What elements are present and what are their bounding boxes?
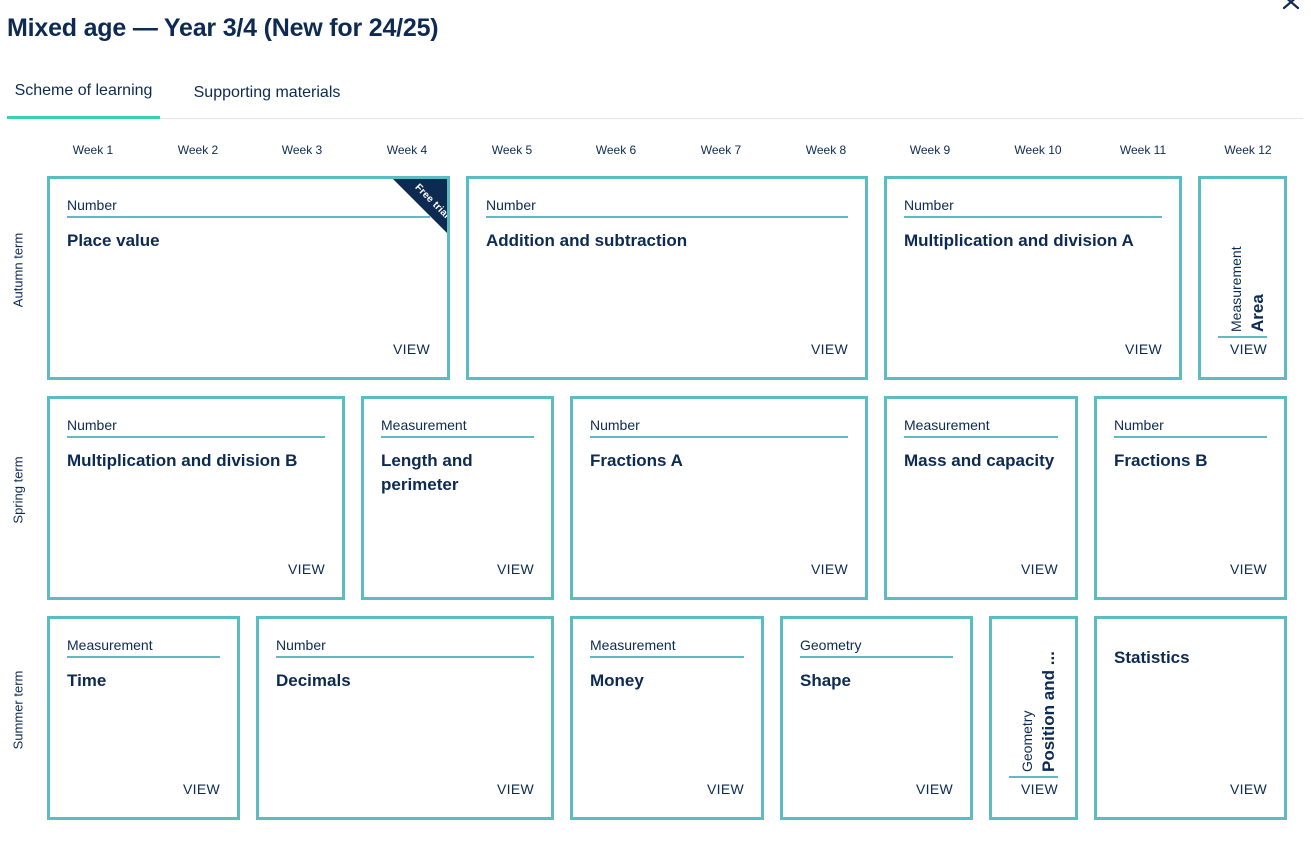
unit-card-statistics[interactable]: Statistics VIEW — [1094, 616, 1287, 820]
unit-card-mass-capacity[interactable]: Measurement Mass and capacity VIEW — [884, 396, 1078, 600]
view-link[interactable]: VIEW — [288, 561, 325, 577]
free-trial-ribbon: Free trial — [393, 179, 447, 233]
page-title: Mixed age — Year 3/4 (New for 24/25) — [7, 14, 439, 42]
unit-title: Time — [67, 671, 107, 690]
view-link[interactable]: VIEW — [811, 341, 848, 357]
view-link[interactable]: VIEW — [393, 341, 430, 357]
view-link[interactable]: VIEW — [1021, 561, 1058, 577]
unit-title: Length and perimeter — [381, 451, 473, 494]
unit-card-decimals[interactable]: Number Decimals VIEW — [256, 616, 554, 820]
close-button[interactable] — [1280, 0, 1304, 16]
unit-card-shape[interactable]: Geometry Shape VIEW — [780, 616, 973, 820]
unit-title: Addition and subtraction — [486, 231, 688, 250]
view-link[interactable]: VIEW — [1230, 561, 1267, 577]
unit-title: Decimals — [276, 671, 351, 690]
unit-strand: Geometry — [800, 637, 953, 658]
unit-title: Place value — [67, 231, 160, 250]
view-link[interactable]: VIEW — [497, 561, 534, 577]
close-icon — [1282, 0, 1300, 10]
week-header: Week 12 — [1224, 143, 1272, 157]
tab-bar: Scheme of learning Supporting materials — [7, 70, 1303, 119]
unit-title: Mass and capacity — [904, 451, 1055, 470]
unit-card-fractions-b[interactable]: Number Fractions B VIEW — [1094, 396, 1287, 600]
unit-title: Fractions B — [1114, 451, 1208, 470]
unit-strand: Number — [590, 417, 848, 438]
vertical-label: Measurement Area — [1218, 226, 1267, 338]
week-header: Week 7 — [700, 143, 742, 157]
view-link[interactable]: VIEW — [916, 781, 953, 797]
unit-title: Money — [590, 671, 644, 690]
view-link[interactable]: VIEW — [183, 781, 220, 797]
view-link[interactable]: VIEW — [1125, 341, 1162, 357]
unit-card-place-value[interactable]: Number Place value VIEW Free trial — [47, 176, 450, 380]
view-link[interactable]: VIEW — [1230, 341, 1267, 357]
unit-title: Multiplication and division A — [904, 231, 1134, 250]
unit-card-position-direction[interactable]: Geometry Position and ... VIEW — [989, 616, 1078, 820]
unit-title: Fractions A — [590, 451, 683, 470]
view-link[interactable]: VIEW — [1021, 781, 1058, 797]
view-link[interactable]: VIEW — [1230, 781, 1267, 797]
unit-title: Statistics — [1114, 648, 1190, 667]
week-header: Week 8 — [805, 143, 847, 157]
unit-strand: Number — [67, 197, 430, 218]
unit-strand: Measurement — [381, 417, 534, 438]
unit-strand: Number — [904, 197, 1162, 218]
unit-card-money[interactable]: Measurement Money VIEW — [570, 616, 764, 820]
unit-card-time[interactable]: Measurement Time VIEW — [47, 616, 240, 820]
unit-title: Shape — [800, 671, 852, 690]
week-header: Week 11 — [1119, 143, 1167, 157]
week-header: Week 2 — [177, 143, 219, 157]
unit-strand: Measurement — [590, 637, 744, 658]
week-header: Week 9 — [909, 143, 951, 157]
week-header: Week 6 — [595, 143, 637, 157]
unit-title: Multiplication and division B — [67, 451, 298, 470]
unit-title: Area — [1248, 294, 1267, 332]
week-header: Week 4 — [386, 143, 428, 157]
view-link[interactable]: VIEW — [497, 781, 534, 797]
view-link[interactable]: VIEW — [707, 781, 744, 797]
unit-strand: Number — [276, 637, 534, 658]
view-link[interactable]: VIEW — [811, 561, 848, 577]
unit-card-multiplication-division-b[interactable]: Number Multiplication and division B VIE… — [47, 396, 345, 600]
unit-strand: Number — [486, 197, 848, 218]
unit-card-addition-subtraction[interactable]: Number Addition and subtraction VIEW — [466, 176, 868, 380]
unit-card-length-perimeter[interactable]: Measurement Length and perimeter VIEW — [361, 396, 554, 600]
unit-card-multiplication-division-a[interactable]: Number Multiplication and division A VIE… — [884, 176, 1182, 380]
week-header: Week 5 — [491, 143, 533, 157]
week-header: Week 3 — [281, 143, 323, 157]
unit-title: Position and ... — [1039, 651, 1058, 772]
unit-card-fractions-a[interactable]: Number Fractions A VIEW — [570, 396, 868, 600]
unit-strand: Measurement — [67, 637, 220, 658]
unit-strand: Number — [1114, 417, 1267, 438]
vertical-label: Geometry Position and ... — [1009, 651, 1058, 778]
week-header: Week 10 — [1014, 143, 1062, 157]
unit-strand: Geometry — [1019, 710, 1035, 772]
week-header: Week 1 — [72, 143, 114, 157]
unit-strand: Measurement — [904, 417, 1058, 438]
tab-supporting-materials[interactable]: Supporting materials — [179, 72, 355, 118]
unit-strand: Number — [67, 417, 325, 438]
unit-card-area[interactable]: Measurement Area VIEW — [1198, 176, 1287, 380]
tab-scheme-of-learning[interactable]: Scheme of learning — [7, 70, 160, 119]
unit-strand: Measurement — [1228, 246, 1244, 332]
